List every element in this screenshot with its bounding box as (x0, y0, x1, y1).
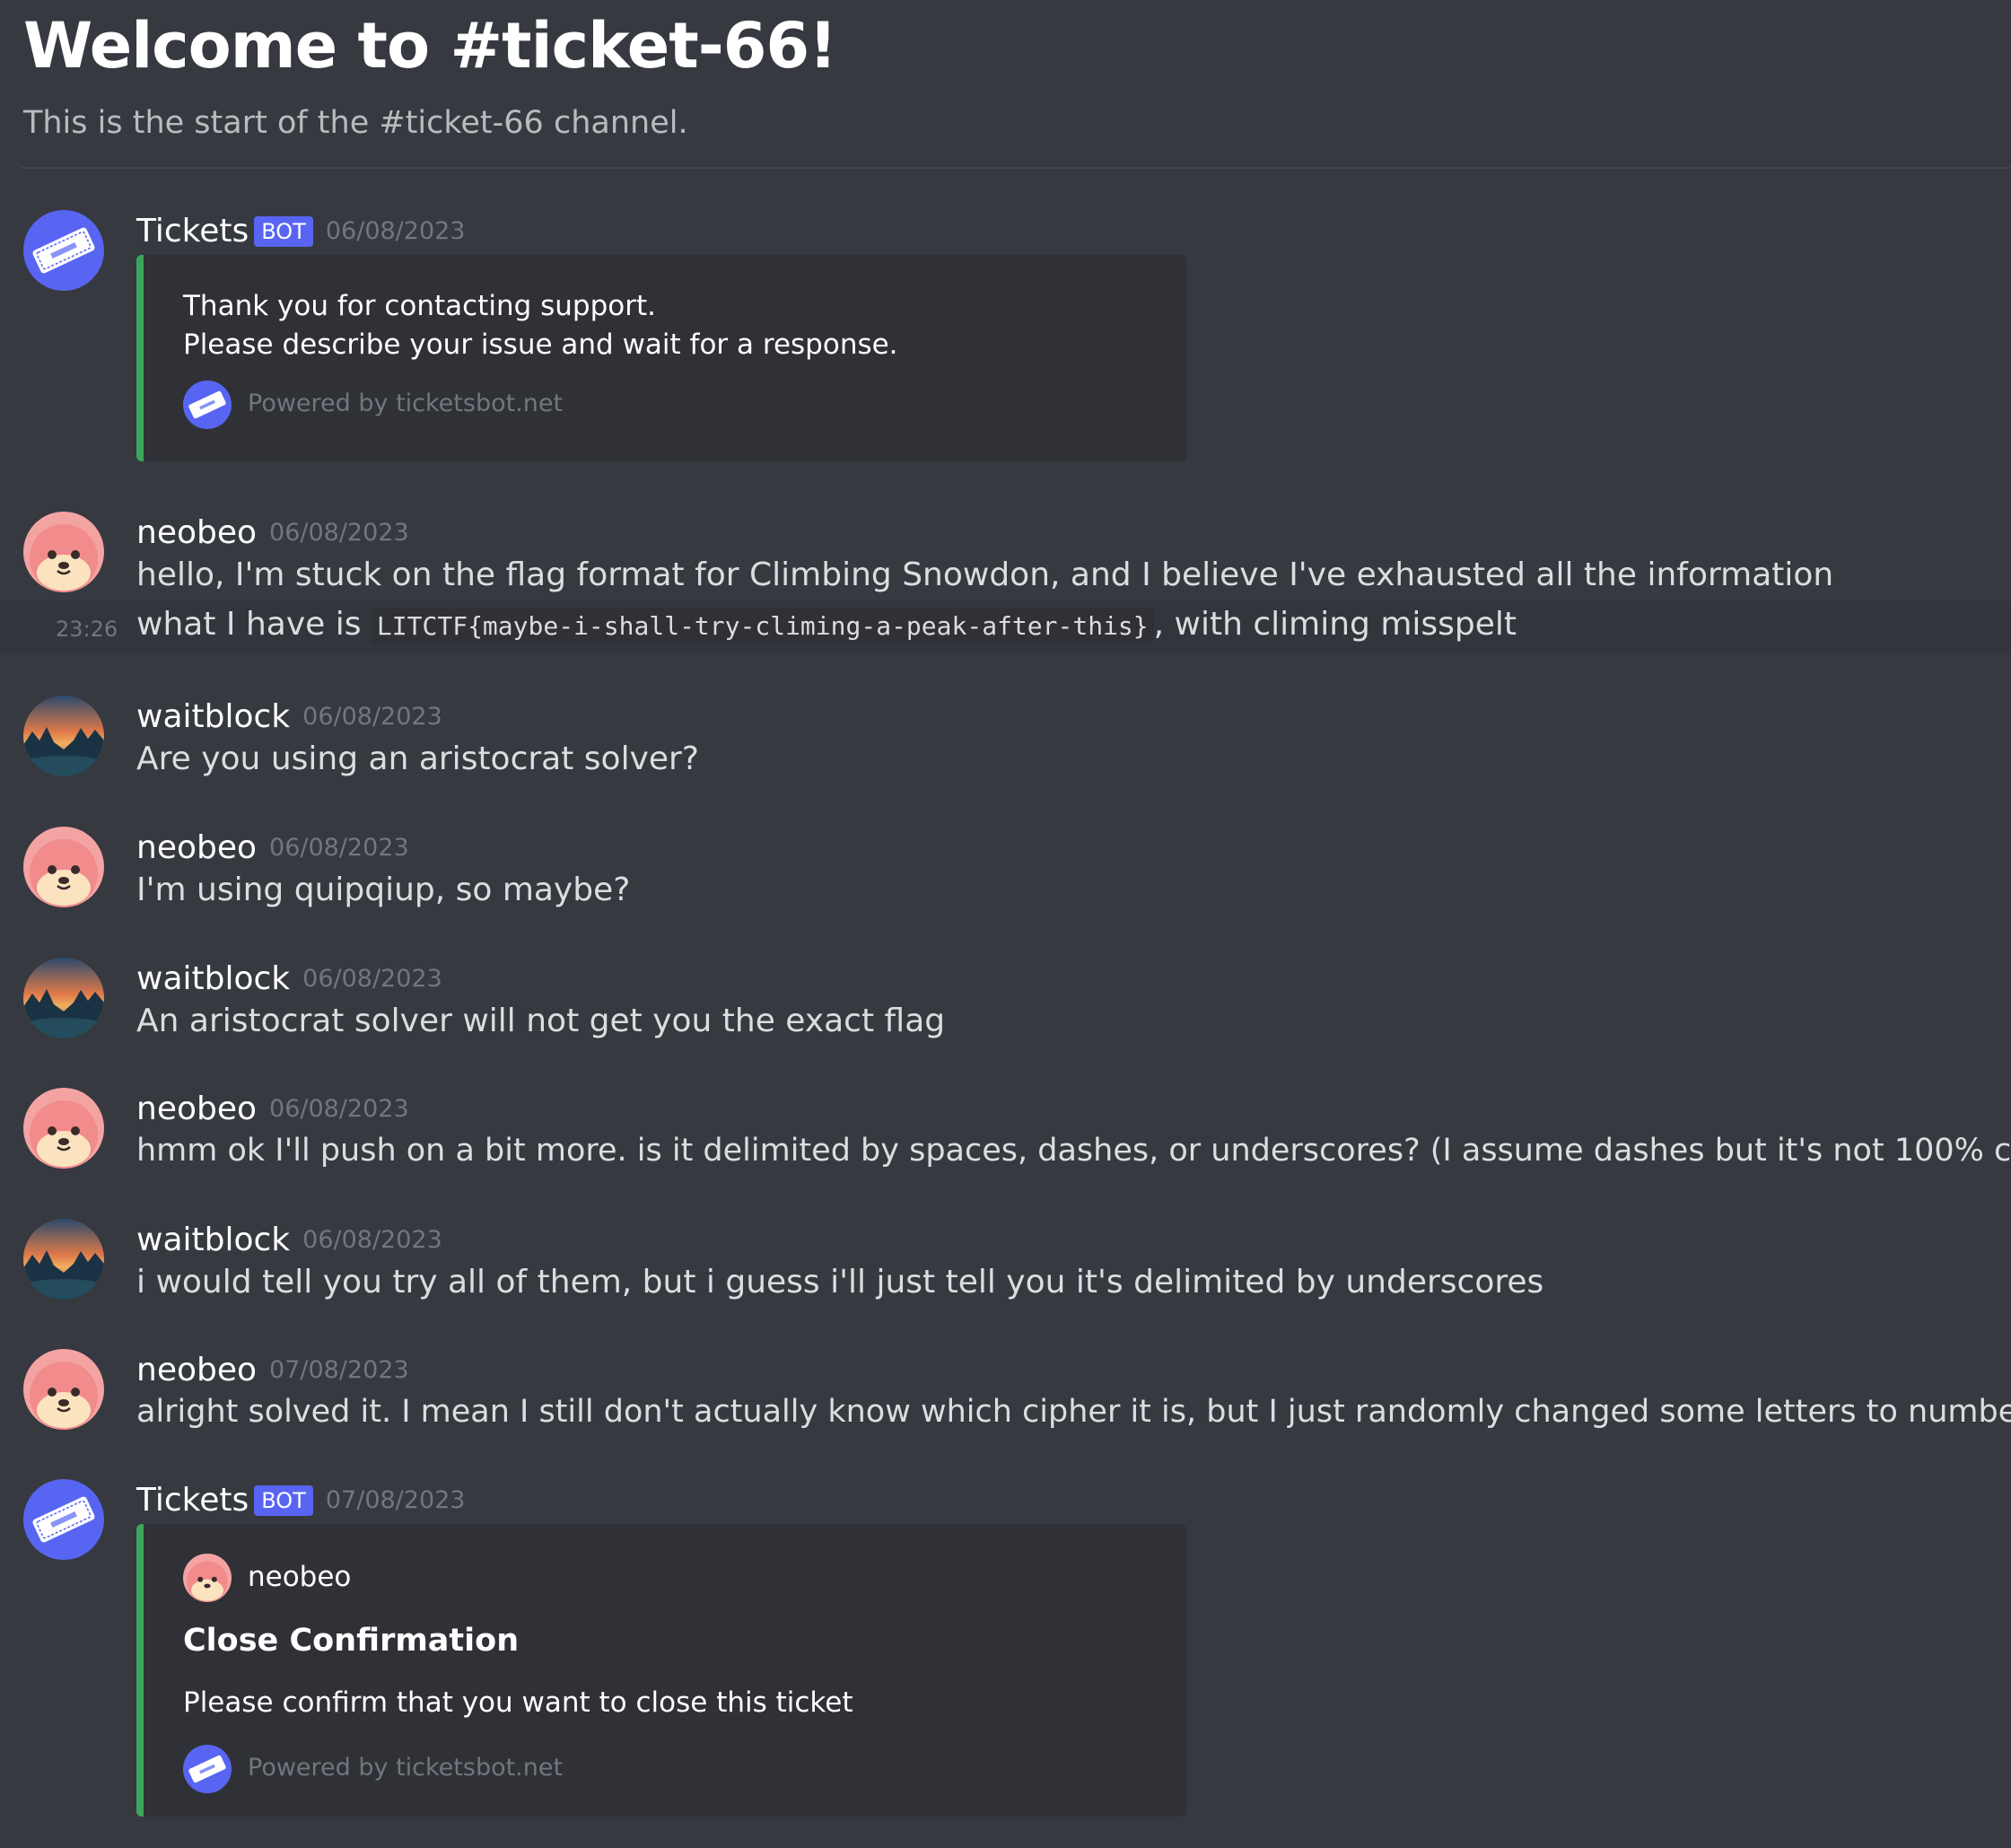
channel-welcome-title: Welcome to #ticket-66! (23, 9, 837, 83)
timestamp: 06/08/2023 (302, 965, 442, 993)
message-group: neobeo 06/08/2023 I'm using quipqiup, so … (0, 827, 2011, 925)
message-text: hello, I'm stuck on the flag format for … (136, 556, 1834, 593)
message-group: waitblock 06/08/2023 Are you using an ari… (0, 696, 2011, 794)
author-name[interactable]: waitblock (136, 698, 290, 735)
tickets-footer-icon (183, 381, 232, 429)
message-text: hmm ok I'll push on a bit more. is it de… (136, 1133, 2011, 1169)
timestamp: 07/08/2023 (269, 1356, 409, 1384)
author-name[interactable]: neobeo (136, 829, 257, 866)
embed: Thank you for contacting support. Please… (136, 255, 1186, 461)
timestamp: 06/08/2023 (325, 217, 466, 245)
pink-creature-avatar[interactable] (23, 512, 104, 592)
landscape-avatar[interactable] (23, 958, 104, 1038)
message-header: neobeo 07/08/2023 (136, 1352, 409, 1388)
author-name[interactable]: waitblock (136, 960, 290, 997)
author-name[interactable]: neobeo (136, 1090, 257, 1127)
message-group: Tickets BOT 07/08/2023 neobeo Close Confir… (0, 1479, 2011, 1820)
message-header: waitblock 06/08/2023 (136, 960, 442, 997)
pink-creature-avatar[interactable] (23, 1349, 104, 1430)
message-group: neobeo 07/08/2023 alright solved it. I me… (0, 1349, 2011, 1448)
message-text: An aristocrat solver will not get you th… (136, 1003, 946, 1039)
message-header: neobeo 06/08/2023 (136, 829, 409, 866)
bot-tag: BOT (254, 215, 313, 247)
message-header: neobeo 06/08/2023 (136, 1090, 409, 1127)
divider (21, 167, 2011, 169)
message-group: neobeo 06/08/2023 hmm ok I'll push on a b… (0, 1088, 2011, 1187)
embed-title: Close Confirmation (183, 1623, 520, 1659)
embed-footer-text: Powered by ticketsbot.net (248, 1754, 564, 1782)
author-name[interactable]: waitblock (136, 1222, 290, 1258)
message-text: I'm using quipqiup, so maybe? (136, 871, 631, 908)
landscape-avatar[interactable] (23, 1219, 104, 1300)
bot-tag: BOT (254, 1485, 313, 1516)
author-name[interactable]: Tickets (136, 1482, 249, 1519)
author-name[interactable]: neobeo (136, 1352, 257, 1388)
message-header: waitblock 06/08/2023 (136, 698, 442, 735)
embed: neobeo Close Confirmation Please confirm… (136, 1524, 1186, 1817)
message-header: Tickets BOT 07/08/2023 (136, 1482, 465, 1519)
chat-page: Welcome to #ticket-66! This is the start… (0, 0, 2011, 1848)
message-text: alright solved it. I mean I still don't … (136, 1394, 2011, 1430)
pink-creature-avatar (183, 1554, 232, 1602)
embed-description-line: Thank you for contacting support. (183, 290, 656, 322)
message-group: Tickets BOT 06/08/2023 Thank you for conta… (0, 210, 2011, 479)
inline-code: LITCTF{maybe-i-shall-try-climing-a-peak-… (371, 608, 1154, 644)
message-header: Tickets BOT 06/08/2023 (136, 213, 465, 250)
pink-creature-avatar[interactable] (23, 1088, 104, 1169)
embed-footer-text: Powered by ticketsbot.net (248, 390, 564, 417)
message-group: waitblock 06/08/2023 An aristocrat solver… (0, 958, 2011, 1056)
message-header: neobeo 06/08/2023 (136, 514, 409, 551)
message-text-prefix: what I have is (136, 606, 372, 643)
message-text-suffix: , with climing misspelt (1153, 606, 1517, 643)
embed-description: Please confirm that you want to close th… (183, 1686, 853, 1719)
message-header: waitblock 06/08/2023 (136, 1222, 442, 1258)
message-text: i would tell you try all of them, but i … (136, 1264, 1544, 1301)
timestamp: 06/08/2023 (269, 1095, 409, 1123)
pink-creature-avatar[interactable] (23, 827, 104, 907)
tickets-bot-avatar[interactable] (23, 1479, 104, 1560)
tickets-footer-icon (183, 1745, 232, 1793)
hover-timestamp: 23:26 (56, 617, 118, 642)
embed-author-name[interactable]: neobeo (248, 1561, 351, 1593)
timestamp: 06/08/2023 (269, 834, 409, 862)
author-name[interactable]: Tickets (136, 213, 249, 250)
timestamp: 07/08/2023 (325, 1486, 466, 1514)
timestamp: 06/08/2023 (302, 703, 442, 731)
message-group: waitblock 06/08/2023 i would tell you try… (0, 1219, 2011, 1318)
message-continuation: 23:26 what I have is LITCTF{maybe-i-shal… (0, 600, 2011, 654)
tickets-bot-avatar-image (23, 210, 104, 291)
message-text: what I have is LITCTF{maybe-i-shall-try-… (136, 606, 1517, 644)
channel-welcome-subtitle: This is the start of the #ticket-66 chan… (23, 105, 688, 141)
message-text: Are you using an aristocrat solver? (136, 740, 699, 777)
timestamp: 06/08/2023 (269, 519, 409, 547)
embed-description-line: Please describe your issue and wait for … (183, 328, 898, 361)
author-name[interactable]: neobeo (136, 514, 257, 551)
timestamp: 06/08/2023 (302, 1226, 442, 1254)
landscape-avatar[interactable] (23, 696, 104, 776)
tickets-bot-avatar[interactable] (23, 210, 104, 291)
